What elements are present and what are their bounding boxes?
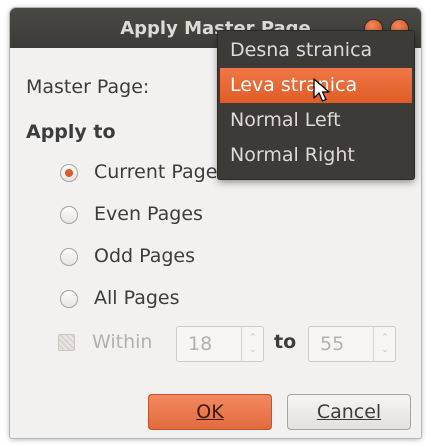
menu-item-normal-right[interactable]: Normal Right (218, 138, 414, 173)
from-page-spinbox[interactable]: 18 ⌃ ⌄ (176, 326, 264, 362)
to-page-value: 55 (320, 333, 345, 355)
radio-all-pages[interactable] (60, 290, 78, 308)
from-page-value: 18 (188, 333, 213, 355)
to-label: to (274, 331, 297, 353)
within-checkbox[interactable] (58, 334, 75, 351)
within-label: Within (92, 331, 153, 353)
cancel-button-label: Cancel (316, 401, 382, 423)
menu-item-normal-left[interactable]: Normal Left (218, 103, 414, 138)
ok-button[interactable]: OK (148, 394, 272, 430)
ok-button-label: OK (196, 401, 224, 423)
spin-up-icon[interactable]: ⌃ (381, 332, 389, 344)
spin-down-icon[interactable]: ⌄ (249, 344, 257, 356)
even-pages-label[interactable]: Even Pages (94, 203, 203, 225)
radio-current-page[interactable] (60, 164, 78, 182)
apply-to-heading: Apply to (26, 121, 116, 143)
to-page-spinbox[interactable]: 55 ⌃ ⌄ (308, 326, 396, 362)
master-page-label: Master Page: (26, 76, 150, 98)
mouse-pointer-icon (313, 78, 330, 102)
radio-even-pages[interactable] (60, 206, 78, 224)
odd-pages-label[interactable]: Odd Pages (94, 245, 195, 267)
menu-item-desna-stranica[interactable]: Desna stranica (218, 33, 414, 68)
spin-down-icon[interactable]: ⌄ (381, 344, 389, 356)
radio-odd-pages[interactable] (60, 248, 78, 266)
master-page-dropdown-menu: Desna stranica Leva stranica Normal Left… (218, 31, 414, 179)
cancel-button[interactable]: Cancel (287, 394, 411, 430)
current-page-label[interactable]: Current Page (94, 161, 217, 183)
all-pages-label[interactable]: All Pages (94, 287, 180, 309)
from-spin-arrows[interactable]: ⌃ ⌄ (241, 326, 264, 362)
to-spin-arrows[interactable]: ⌃ ⌄ (373, 326, 396, 362)
spin-up-icon[interactable]: ⌃ (249, 332, 257, 344)
